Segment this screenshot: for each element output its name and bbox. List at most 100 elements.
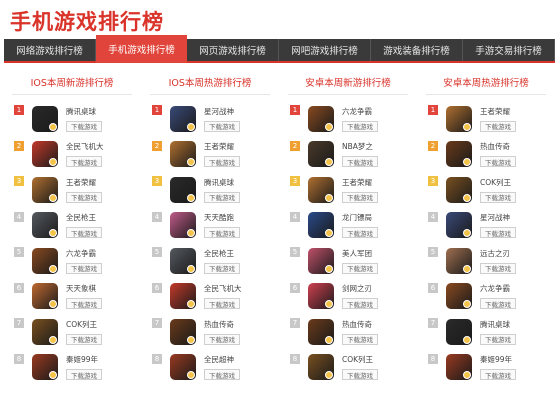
download-button[interactable]: 下载游戏 [204,369,240,381]
game-icon-hero[interactable] [32,176,58,203]
game-name[interactable]: 龙门镖局 [342,212,378,223]
game-name[interactable]: 秦姬99年 [480,354,516,365]
download-button[interactable]: 下载游戏 [480,156,516,168]
game-icon-mech[interactable] [446,212,472,239]
download-button[interactable]: 下载游戏 [204,298,240,310]
game-icon-planes[interactable] [170,283,196,310]
game-name[interactable]: 热血传奇 [342,319,378,330]
game-icon-gunner[interactable] [170,247,196,274]
download-button[interactable]: 下载游戏 [342,298,378,310]
game-name[interactable]: 六龙争霸 [342,106,378,117]
game-icon-dragon[interactable] [32,247,58,274]
download-button[interactable]: 下载游戏 [480,298,516,310]
download-button[interactable]: 下载游戏 [204,333,240,345]
download-button[interactable]: 下载游戏 [342,191,378,203]
game-icon-beauty[interactable] [308,247,334,274]
game-icon-runner[interactable] [170,212,196,239]
download-button[interactable]: 下载游戏 [342,227,378,239]
nav-tab[interactable]: 网络游戏排行榜 [4,39,96,61]
game-icon-ancient[interactable] [446,247,472,274]
game-name[interactable]: 热血传奇 [480,141,516,152]
nav-tab[interactable]: 游戏装备排行榜 [371,39,463,61]
download-button[interactable]: 下载游戏 [480,191,516,203]
game-icon-warrior[interactable] [170,354,196,381]
download-button[interactable]: 下载游戏 [66,156,102,168]
download-button[interactable]: 下载游戏 [480,262,516,274]
game-name[interactable]: 王者荣耀 [66,177,102,188]
game-icon-dragon[interactable] [446,283,472,310]
game-name[interactable]: 全民飞机大 [204,283,242,294]
game-name[interactable]: 天天酷跑 [204,212,240,223]
game-icon-cok[interactable] [32,318,58,345]
download-button[interactable]: 下载游戏 [66,262,102,274]
game-name[interactable]: 腾讯桌球 [66,106,102,117]
download-button[interactable]: 下载游戏 [342,120,378,132]
game-name[interactable]: 王者荣耀 [204,141,240,152]
game-name[interactable]: 剑网之刃 [342,283,378,294]
game-name[interactable]: 六龙争霸 [480,283,516,294]
game-name[interactable]: 全民飞机大 [66,141,104,152]
game-name[interactable]: 全民枪王 [66,212,102,223]
game-icon-dragon-gold[interactable] [308,212,334,239]
game-name[interactable]: COK列王 [66,319,102,330]
download-button[interactable]: 下载游戏 [204,262,240,274]
game-icon-planes[interactable] [32,141,58,168]
game-name[interactable]: 远古之刃 [480,248,516,259]
download-button[interactable]: 下载游戏 [66,227,102,239]
game-icon-hero[interactable] [170,141,196,168]
download-button[interactable]: 下载游戏 [204,156,240,168]
download-button[interactable]: 下载游戏 [204,191,240,203]
game-icon-hero[interactable] [446,105,472,132]
game-name[interactable]: 全民超神 [204,354,240,365]
game-icon-gunner[interactable] [32,212,58,239]
game-name[interactable]: 六龙争霸 [66,248,102,259]
download-button[interactable]: 下载游戏 [66,333,102,345]
nav-tab[interactable]: 手机游戏排行榜 [96,35,187,63]
game-name[interactable]: 全民枪王 [204,248,240,259]
download-button[interactable]: 下载游戏 [66,191,102,203]
game-icon-legend[interactable] [308,318,334,345]
download-button[interactable]: 下载游戏 [480,120,516,132]
game-icon-warrior[interactable] [446,354,472,381]
download-button[interactable]: 下载游戏 [342,156,378,168]
download-button[interactable]: 下载游戏 [342,333,378,345]
download-button[interactable]: 下载游戏 [480,369,516,381]
game-name[interactable]: 星河战神 [480,212,516,223]
game-name[interactable]: 王者荣耀 [480,106,516,117]
game-icon-hero[interactable] [308,176,334,203]
game-icon-billiards[interactable] [170,176,196,203]
game-icon-warrior[interactable] [32,354,58,381]
download-button[interactable]: 下载游戏 [66,298,102,310]
game-name[interactable]: 星河战神 [204,106,240,117]
game-icon-blade[interactable] [308,283,334,310]
game-name[interactable]: NBA梦之 [342,141,378,152]
game-icon-cok[interactable] [308,354,334,381]
game-icon-cok[interactable] [446,176,472,203]
game-name[interactable]: 美人军团 [342,248,378,259]
game-icon-legend[interactable] [446,141,472,168]
nav-tab[interactable]: 网页游戏排行榜 [187,39,279,61]
download-button[interactable]: 下载游戏 [204,227,240,239]
game-name[interactable]: 王者荣耀 [342,177,378,188]
game-name[interactable]: 秦姬99年 [66,354,102,365]
game-name[interactable]: 热血传奇 [204,319,240,330]
nav-tab[interactable]: 手游交易排行榜 [463,39,555,61]
download-button[interactable]: 下载游戏 [204,120,240,132]
game-icon-dragon[interactable] [308,105,334,132]
game-icon-chess[interactable] [32,283,58,310]
nav-tab[interactable]: 网吧游戏排行榜 [279,39,371,61]
game-name[interactable]: 腾讯桌球 [204,177,240,188]
download-button[interactable]: 下载游戏 [342,369,378,381]
download-button[interactable]: 下载游戏 [342,262,378,274]
game-icon-billiards[interactable] [32,105,58,132]
game-name[interactable]: COK列王 [342,354,378,365]
game-icon-billiards[interactable] [446,318,472,345]
download-button[interactable]: 下载游戏 [480,227,516,239]
download-button[interactable]: 下载游戏 [66,120,102,132]
game-icon-nba[interactable] [308,141,334,168]
download-button[interactable]: 下载游戏 [480,333,516,345]
game-name[interactable]: COK列王 [480,177,516,188]
game-icon-legend[interactable] [170,318,196,345]
game-icon-mech[interactable] [170,105,196,132]
game-name[interactable]: 腾讯桌球 [480,319,516,330]
